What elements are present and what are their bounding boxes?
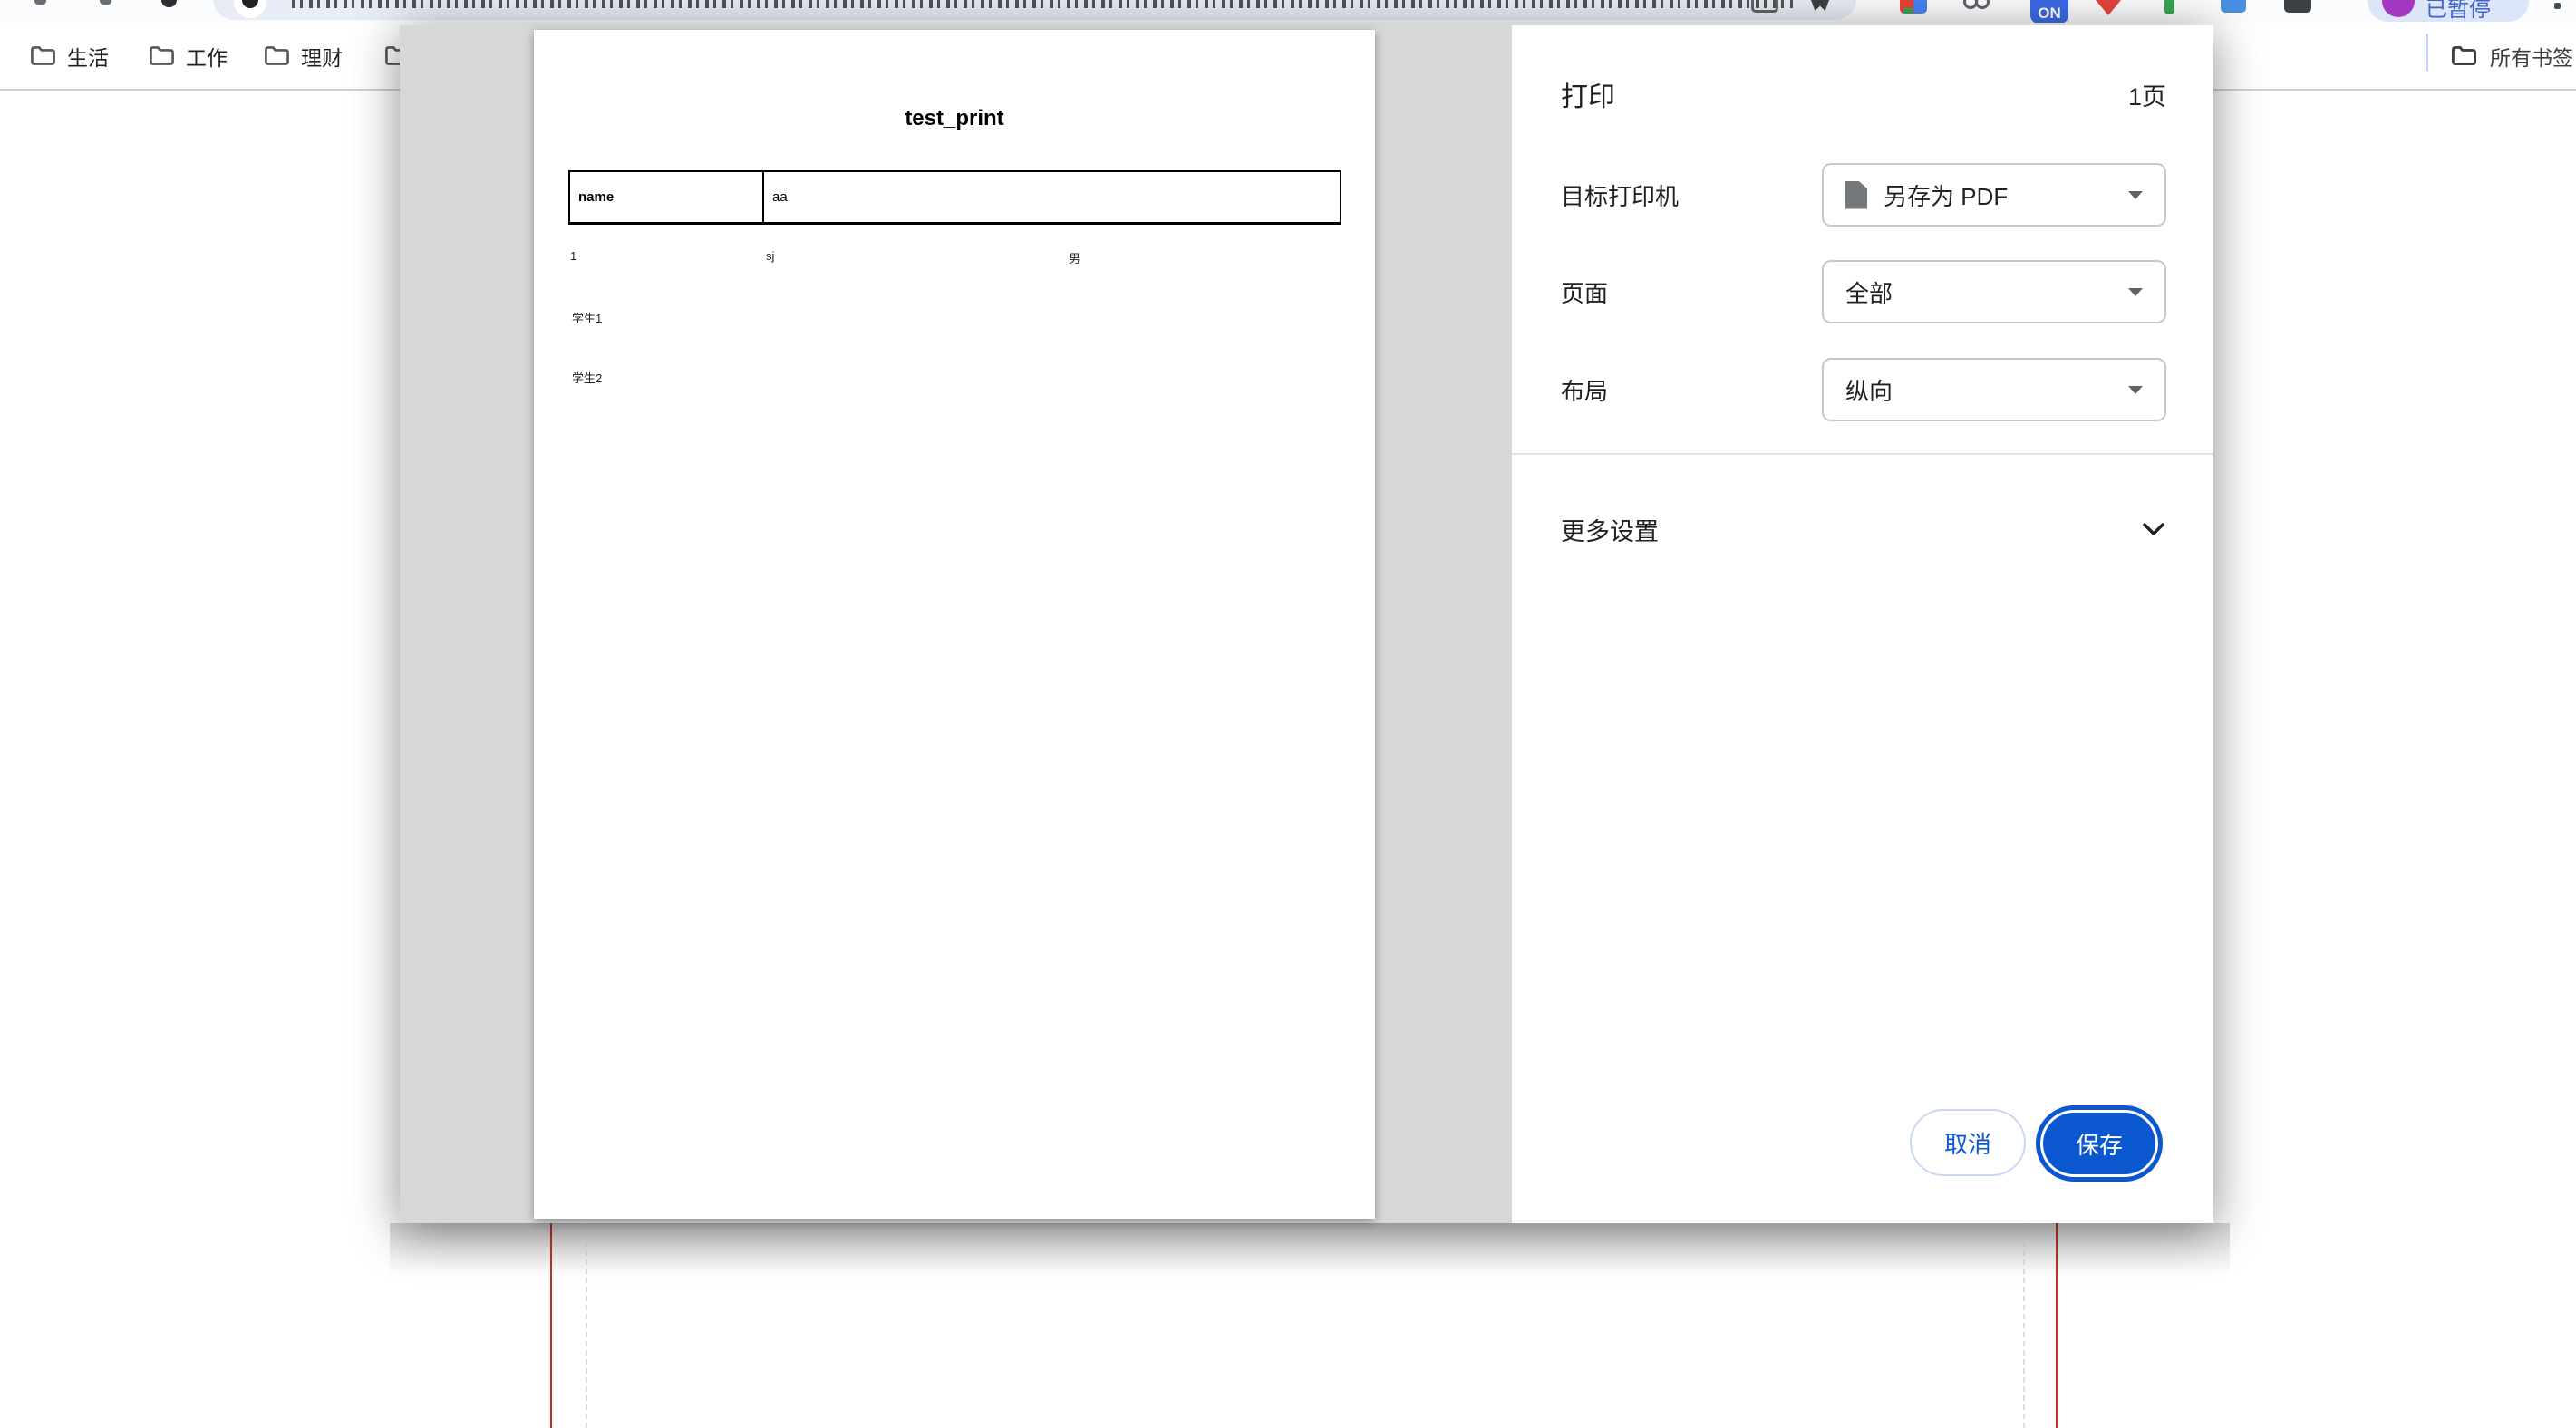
google-green-quad [1903, 8, 1913, 14]
layout-value: 纵向 [1845, 373, 1893, 407]
print-preview-area: test_print name aa 1 sj 男 学生1 学生2 [400, 25, 1512, 1223]
extension-on-badge-icon[interactable]: ON [2030, 0, 2068, 24]
chevron-down-icon [2141, 521, 2166, 537]
document-table: name aa [568, 170, 1341, 225]
layout-select[interactable]: 纵向 [1822, 358, 2166, 421]
print-dialog: test_print name aa 1 sj 男 学生1 学生2 打印 1页 … [400, 25, 2213, 1223]
profile-button[interactable]: 已暂停 [2368, 0, 2529, 22]
save-button[interactable]: 保存 [2043, 1113, 2155, 1174]
url-text-truncated [292, 0, 1793, 8]
destination-select[interactable]: 另存为 PDF [1822, 163, 2166, 227]
all-bookmarks-button[interactable]: 所有书签 [2451, 23, 2576, 89]
forward-icon[interactable] [100, 0, 111, 5]
folder-icon [149, 44, 175, 67]
google-blue-quad [1913, 0, 1927, 14]
bookmark-label: 理财 [301, 41, 343, 72]
page-dashed-guide-right [2023, 1223, 2025, 1428]
reload-icon[interactable] [161, 0, 177, 7]
extension-dark-icon[interactable] [2284, 0, 2311, 13]
cancel-button[interactable]: 取消 [1910, 1109, 2026, 1176]
settings-divider [1512, 453, 2213, 455]
browser-toolbar: ON 已暂停 [0, 0, 2576, 23]
extension-mask-icon[interactable] [1963, 0, 1990, 12]
bookmark-label: 工作 [186, 41, 228, 72]
document-line: 学生2 [572, 369, 602, 386]
all-bookmarks-label: 所有书签 [2490, 41, 2573, 72]
table-header-cell: aa [764, 172, 1340, 222]
dropdown-caret-icon [2128, 288, 2143, 296]
bookmark-label: 生活 [67, 41, 109, 72]
document-title: test_print [534, 106, 1375, 131]
dropdown-caret-icon [2128, 191, 2143, 199]
bookmark-folder-life[interactable]: 生活 [30, 23, 109, 89]
pages-row: 页面 全部 [1561, 260, 2166, 323]
page-red-border-right [2056, 1223, 2058, 1428]
print-dialog-header: 打印 1页 [1561, 76, 2166, 112]
extension-copy-icon[interactable] [1751, 0, 1778, 13]
folder-icon [2451, 44, 2477, 67]
pages-value: 全部 [1845, 275, 1893, 309]
extension-google-icon[interactable] [1900, 0, 1927, 14]
table-row-value: 1 [570, 249, 576, 263]
layout-label: 布局 [1561, 373, 1608, 407]
more-settings-label: 更多设置 [1561, 512, 1659, 547]
pdf-file-icon [1845, 181, 1867, 209]
pages-label: 页面 [1561, 275, 1608, 309]
print-dialog-title: 打印 [1561, 74, 1615, 114]
avatar [2382, 0, 2415, 17]
page-red-border-left [550, 1223, 552, 1428]
dropdown-caret-icon [2128, 386, 2143, 394]
print-preview-page: test_print name aa 1 sj 男 学生1 学生2 [534, 30, 1375, 1219]
destination-label: 目标打印机 [1561, 178, 1679, 212]
back-icon[interactable] [34, 0, 46, 5]
dialog-drop-shadow [390, 1223, 2230, 1276]
document-line: 学生1 [572, 309, 602, 326]
extension-blue-icon[interactable] [2221, 0, 2246, 13]
dialog-buttons: 取消 保存 [1512, 1107, 2213, 1183]
bookmark-folder-finance[interactable]: 理财 [264, 23, 343, 89]
table-row-value: 男 [1069, 249, 1080, 266]
table-row-value: sj [766, 249, 774, 263]
page-dashed-guide-left [586, 1223, 587, 1428]
extension-red-icon[interactable] [2096, 0, 2121, 15]
bookmarks-separator [2426, 34, 2428, 72]
pages-select[interactable]: 全部 [1822, 260, 2166, 323]
browser-menu-icon[interactable] [2554, 3, 2561, 9]
layout-row: 布局 纵向 [1561, 358, 2166, 421]
folder-icon [30, 44, 56, 67]
print-settings-panel: 打印 1页 目标打印机 另存为 PDF 页面 全部 布局 纵向 [1512, 25, 2213, 1223]
destination-row: 目标打印机 另存为 PDF [1561, 163, 2166, 227]
extension-green-icon[interactable] [2164, 0, 2174, 14]
profile-status-label: 已暂停 [2426, 0, 2491, 22]
more-settings-toggle[interactable]: 更多设置 [1561, 500, 2166, 558]
bookmark-folder-work[interactable]: 工作 [149, 23, 228, 89]
destination-value: 另存为 PDF [1884, 178, 2008, 212]
table-header-cell: name [570, 172, 764, 222]
folder-icon [264, 44, 290, 67]
page-count: 1页 [2128, 77, 2166, 112]
